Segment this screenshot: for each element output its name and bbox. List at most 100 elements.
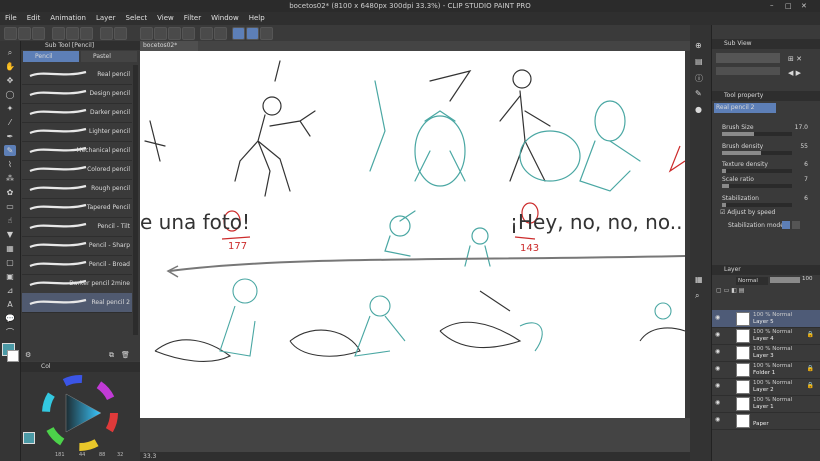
brush-item[interactable]: Tapered Pencil xyxy=(22,198,132,218)
layer-row[interactable]: ◉ Paper xyxy=(712,412,820,430)
brush-item[interactable]: Real pencil 2 xyxy=(22,293,132,313)
menu-filter[interactable]: Filter xyxy=(179,12,206,25)
balloon-tool-icon[interactable]: 💬 xyxy=(4,313,16,324)
visibility-eye-icon[interactable]: ◉ xyxy=(715,383,721,389)
texture-density-row[interactable]: Texture density 6 xyxy=(718,160,814,176)
wand-tool-icon[interactable]: ✦ xyxy=(4,103,16,114)
close-icon[interactable]: ✕ xyxy=(801,2,807,10)
menu-animation[interactable]: Animation xyxy=(45,12,91,25)
airbrush-tool-icon[interactable]: ⁂ xyxy=(4,173,16,184)
stabilization-row[interactable]: Stabilization 6 xyxy=(718,194,814,210)
subview-icon[interactable]: ▤ xyxy=(695,57,703,66)
hand-tool-icon[interactable]: ✋ xyxy=(4,61,16,72)
deselect-icon[interactable] xyxy=(154,27,167,40)
ruler-tool-icon[interactable]: ⊿ xyxy=(4,285,16,296)
tab-pastel[interactable]: Pastel xyxy=(81,51,137,62)
brush-size-row[interactable]: Brush Size 17.0 xyxy=(718,123,814,139)
color-main-swatch[interactable] xyxy=(23,432,35,444)
redo-icon[interactable] xyxy=(114,27,127,40)
correct-line-tool-icon[interactable]: ⌒ xyxy=(4,327,16,338)
brush-density-slider[interactable] xyxy=(722,151,792,155)
fill-tool-icon[interactable]: ▼ xyxy=(4,229,16,240)
snap-ruler-icon[interactable] xyxy=(200,27,213,40)
scale-ratio-value[interactable]: 7 xyxy=(804,176,808,183)
visibility-eye-icon[interactable]: ◉ xyxy=(715,400,721,406)
blend-tool-icon[interactable]: ☝ xyxy=(4,215,16,226)
opacity-value[interactable]: 100 xyxy=(802,276,813,282)
eraser-tool-icon[interactable]: ▭ xyxy=(4,201,16,212)
brush-item[interactable]: Colored pencil xyxy=(22,160,132,180)
pen-pressure-icon[interactable] xyxy=(246,27,259,40)
drawing-canvas[interactable]: e una foto! ¡Hey, no, no, no.. 177 143 xyxy=(140,51,685,418)
menu-window[interactable]: Window xyxy=(206,12,244,25)
scale-ratio-slider[interactable] xyxy=(722,184,792,188)
subview-image-2[interactable] xyxy=(716,67,780,75)
gradient-tool-icon[interactable]: ▦ xyxy=(4,243,16,254)
menu-layer[interactable]: Layer xyxy=(91,12,121,25)
stabilizer-icon[interactable] xyxy=(232,27,245,40)
undo-icon[interactable] xyxy=(100,27,113,40)
brush-item[interactable]: Mechanical pencil xyxy=(22,141,132,161)
lock-icon[interactable]: 🔒 xyxy=(807,365,814,372)
invert-selection-icon[interactable] xyxy=(168,27,181,40)
open-icon[interactable] xyxy=(18,27,31,40)
visibility-eye-icon[interactable]: ◉ xyxy=(715,349,721,355)
layer-row[interactable]: ◉ 100 % Normal Layer 3 xyxy=(712,344,820,362)
brush-item[interactable]: Pencil - Sharp xyxy=(22,236,132,256)
clear-icon[interactable] xyxy=(52,27,65,40)
brush-item[interactable]: Pencil - Broad xyxy=(22,255,132,275)
mask-icon[interactable]: ◧ xyxy=(731,287,737,294)
lasso-tool-icon[interactable]: ◯ xyxy=(4,89,16,100)
brush-item[interactable]: Lighter pencil xyxy=(22,122,132,142)
stab-mode-mouse-button[interactable] xyxy=(792,221,800,229)
fill-icon[interactable] xyxy=(80,27,93,40)
visibility-eye-icon[interactable]: ◉ xyxy=(715,332,721,338)
move-tool-icon[interactable]: ✥ xyxy=(4,75,16,86)
brush-item[interactable]: Darker pencil 2mine xyxy=(22,274,132,294)
blend-mode-select[interactable]: Normal xyxy=(736,277,768,285)
brush-density-row[interactable]: Brush density 55 xyxy=(718,142,814,158)
sub-color-swatch[interactable] xyxy=(7,350,19,362)
new-icon[interactable] xyxy=(4,27,17,40)
zoom-tool-icon[interactable]: ⌕ xyxy=(4,47,16,58)
ref-layer-icon[interactable]: ▤ xyxy=(739,287,745,294)
brush-item[interactable]: Real pencil xyxy=(22,65,132,85)
eyedropper-tool-icon[interactable]: ⁄ xyxy=(4,117,16,128)
menu-file[interactable]: File xyxy=(0,12,22,25)
stabilization-value[interactable]: 6 xyxy=(804,195,808,202)
brush-list-scrollbar[interactable] xyxy=(133,65,138,335)
lock-icon[interactable]: 🔒 xyxy=(807,382,814,389)
subtool-settings-icon[interactable]: ⚙ xyxy=(25,351,31,359)
opacity-slider[interactable] xyxy=(770,277,800,283)
texture-density-slider[interactable] xyxy=(722,169,792,173)
minimize-icon[interactable]: – xyxy=(770,1,774,9)
visibility-eye-icon[interactable]: ◉ xyxy=(715,366,721,372)
brush-size-value[interactable]: 17.0 xyxy=(795,124,808,131)
color-wheel[interactable] xyxy=(41,374,119,452)
menu-help[interactable]: Help xyxy=(244,12,270,25)
clear-outside-icon[interactable] xyxy=(66,27,79,40)
layer-property-icon[interactable]: ▦ xyxy=(695,275,703,284)
document-tab[interactable]: bocetos02* xyxy=(140,41,198,51)
visibility-eye-icon[interactable]: ◉ xyxy=(715,315,721,321)
text-tool-icon[interactable]: A xyxy=(4,299,16,310)
menu-select[interactable]: Select xyxy=(121,12,153,25)
pen-tool-icon[interactable]: ✒ xyxy=(4,131,16,142)
copy-subtool-icon[interactable]: ⧉ xyxy=(109,351,114,360)
layer-row[interactable]: ◉ 100 % Normal Layer 2 🔒 xyxy=(712,378,820,396)
subview-import-icon[interactable]: ⊞ ✕ xyxy=(788,55,802,63)
lock-icon[interactable]: 🔒 xyxy=(807,331,814,338)
navigator-icon[interactable]: ⊕ xyxy=(695,41,702,50)
brush-item[interactable]: Pencil - Tilt xyxy=(22,217,132,237)
brush-tool-icon[interactable]: ⌇ xyxy=(4,159,16,170)
menu-edit[interactable]: Edit xyxy=(22,12,46,25)
layer-row[interactable]: ◉ 100 % Normal Folder 1 🔒 xyxy=(712,361,820,379)
frame-tool-icon[interactable]: ▣ xyxy=(4,271,16,282)
new-layer-icon[interactable]: ▢ xyxy=(716,287,722,294)
layer-row[interactable]: ◉ 100 % Normal Layer 1 xyxy=(712,395,820,413)
maximize-icon[interactable]: □ xyxy=(785,2,792,10)
snap-grid-icon[interactable] xyxy=(214,27,227,40)
decoration-tool-icon[interactable]: ✿ xyxy=(4,187,16,198)
expand-selection-icon[interactable] xyxy=(182,27,195,40)
tool-property-icon[interactable]: ✎ xyxy=(695,89,702,98)
